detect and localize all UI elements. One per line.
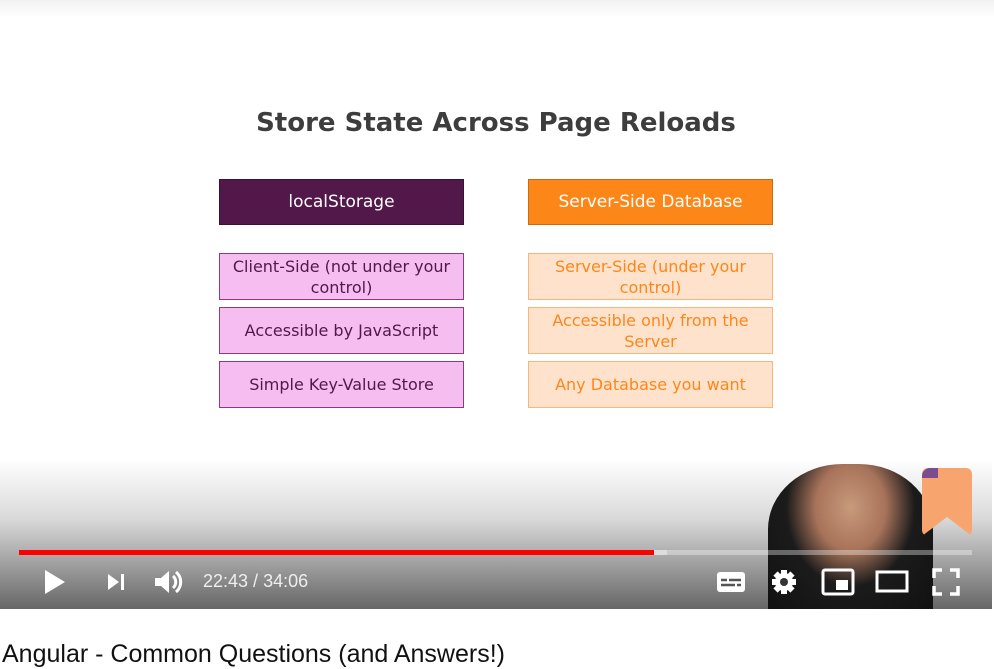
settings-button[interactable] — [767, 566, 801, 598]
settings-icon — [772, 570, 796, 594]
miniplayer-button[interactable] — [820, 566, 856, 598]
video-title: Angular - Common Questions (and Answers!… — [2, 640, 505, 668]
server-db-item: Accessible only from the Server — [528, 307, 773, 354]
bookmark-logo-accent — [922, 468, 938, 478]
played-bar — [19, 550, 654, 555]
localstorage-item: Client-Side (not under your control) — [219, 253, 464, 300]
fullscreen-icon — [932, 568, 960, 596]
miniplayer-icon — [821, 568, 855, 596]
fullscreen-button[interactable] — [928, 566, 964, 598]
play-icon — [45, 570, 65, 594]
next-icon — [108, 574, 124, 590]
volume-button[interactable] — [150, 566, 186, 598]
top-bar — [0, 0, 994, 18]
time-separator: / — [248, 571, 264, 591]
next-button[interactable] — [100, 566, 132, 598]
duration: 34:06 — [263, 571, 309, 591]
localstorage-header: localStorage — [219, 179, 464, 225]
server-db-item: Server-Side (under your control) — [528, 253, 773, 300]
theater-mode-button[interactable] — [874, 566, 910, 598]
play-button[interactable] — [38, 566, 70, 598]
slide-title: Store State Across Page Reloads — [256, 108, 736, 138]
video-player[interactable]: Store State Across Page Reloads localSto… — [0, 18, 992, 609]
subtitles-button[interactable] — [714, 566, 748, 598]
volume-icon — [155, 570, 183, 594]
progress-bar[interactable] — [19, 550, 972, 555]
localstorage-item: Simple Key-Value Store — [219, 361, 464, 408]
theater-icon — [875, 570, 909, 593]
subtitles-icon — [717, 572, 745, 592]
current-time: 22:43 — [203, 571, 249, 591]
server-db-header: Server-Side Database — [528, 179, 773, 225]
server-db-item: Any Database you want — [528, 361, 773, 408]
localstorage-item: Accessible by JavaScript — [219, 307, 464, 354]
time-display: 22:43 / 34:06 — [203, 571, 308, 592]
